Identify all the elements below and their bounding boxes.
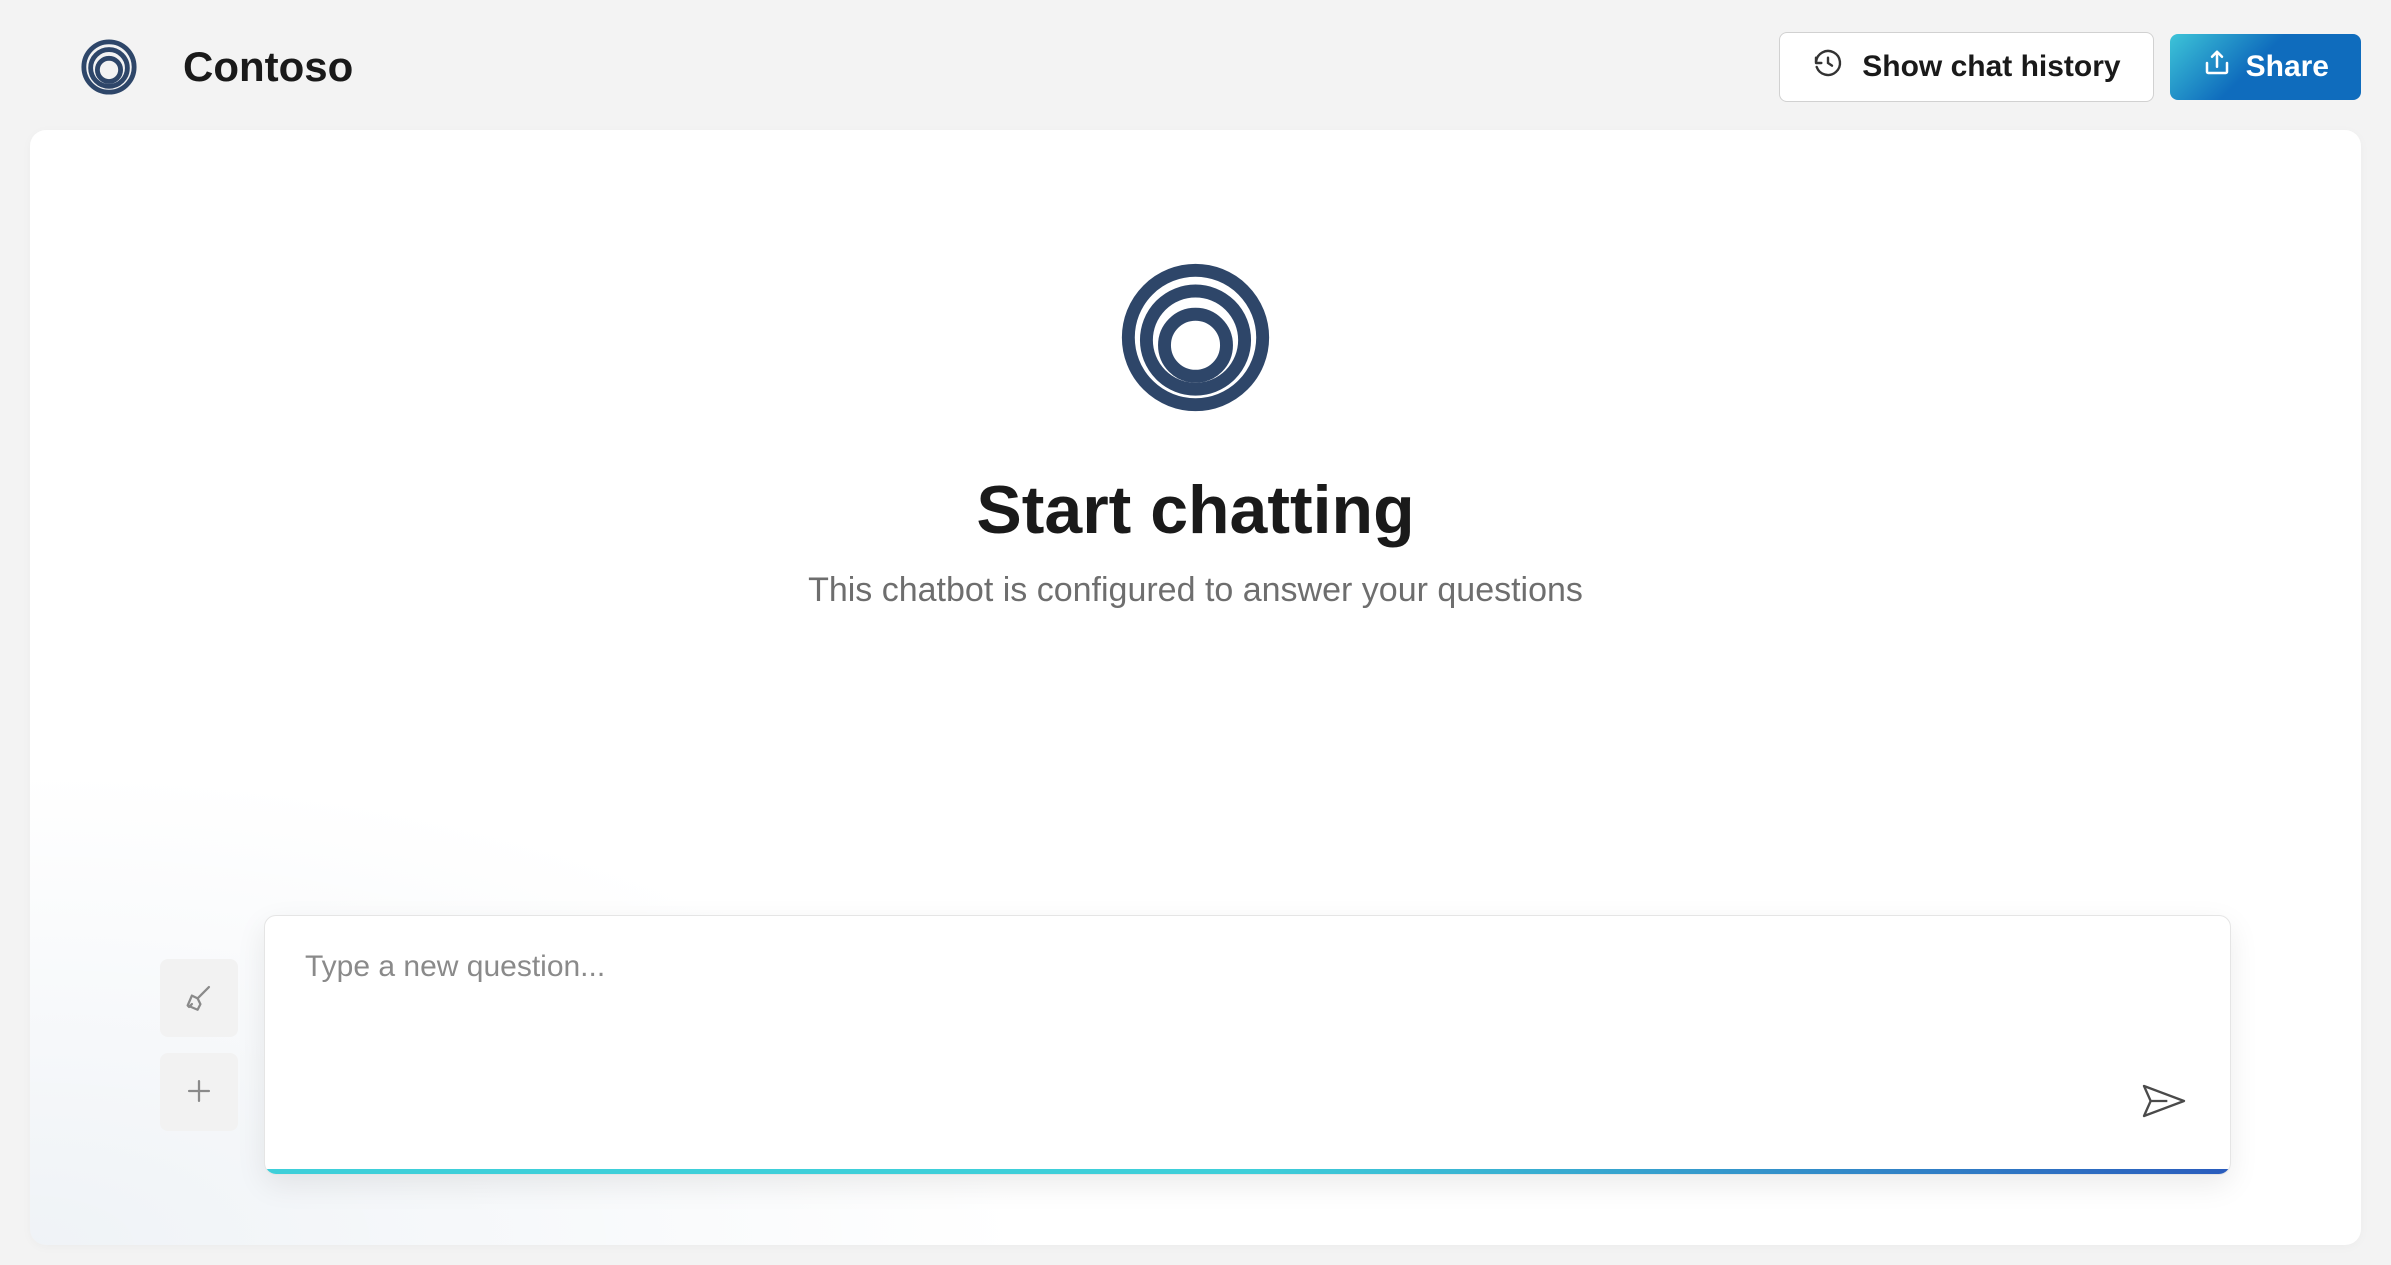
chat-input[interactable] — [265, 916, 2230, 1174]
header: Contoso Show chat history — [30, 20, 2361, 130]
input-area — [160, 915, 2231, 1175]
main-card: Start chatting This chatbot is configure… — [30, 130, 2361, 1245]
broom-icon — [182, 980, 216, 1017]
history-icon — [1812, 47, 1844, 87]
send-icon — [2140, 1081, 2188, 1124]
header-right: Show chat history Share — [1779, 32, 2361, 102]
show-chat-history-button[interactable]: Show chat history — [1779, 32, 2153, 102]
share-button[interactable]: Share — [2170, 34, 2361, 100]
share-button-label: Share — [2246, 50, 2329, 84]
empty-state: Start chatting This chatbot is configure… — [160, 230, 2231, 855]
brand-logo-large-icon — [1118, 260, 1273, 415]
plus-icon — [182, 1074, 216, 1111]
brand-logo-icon — [80, 38, 138, 96]
send-button[interactable] — [2136, 1074, 2192, 1130]
header-left: Contoso — [80, 38, 353, 96]
clear-chat-button[interactable] — [160, 959, 238, 1037]
app-container: Contoso Show chat history — [30, 20, 2361, 1245]
empty-state-subtitle: This chatbot is configured to answer you… — [808, 571, 1583, 610]
history-button-label: Show chat history — [1862, 50, 2120, 84]
empty-state-title: Start chatting — [976, 471, 1414, 549]
brand-name: Contoso — [183, 43, 353, 91]
share-icon — [2202, 48, 2232, 86]
input-box — [264, 915, 2231, 1175]
add-button[interactable] — [160, 1053, 238, 1131]
side-buttons — [160, 915, 238, 1175]
